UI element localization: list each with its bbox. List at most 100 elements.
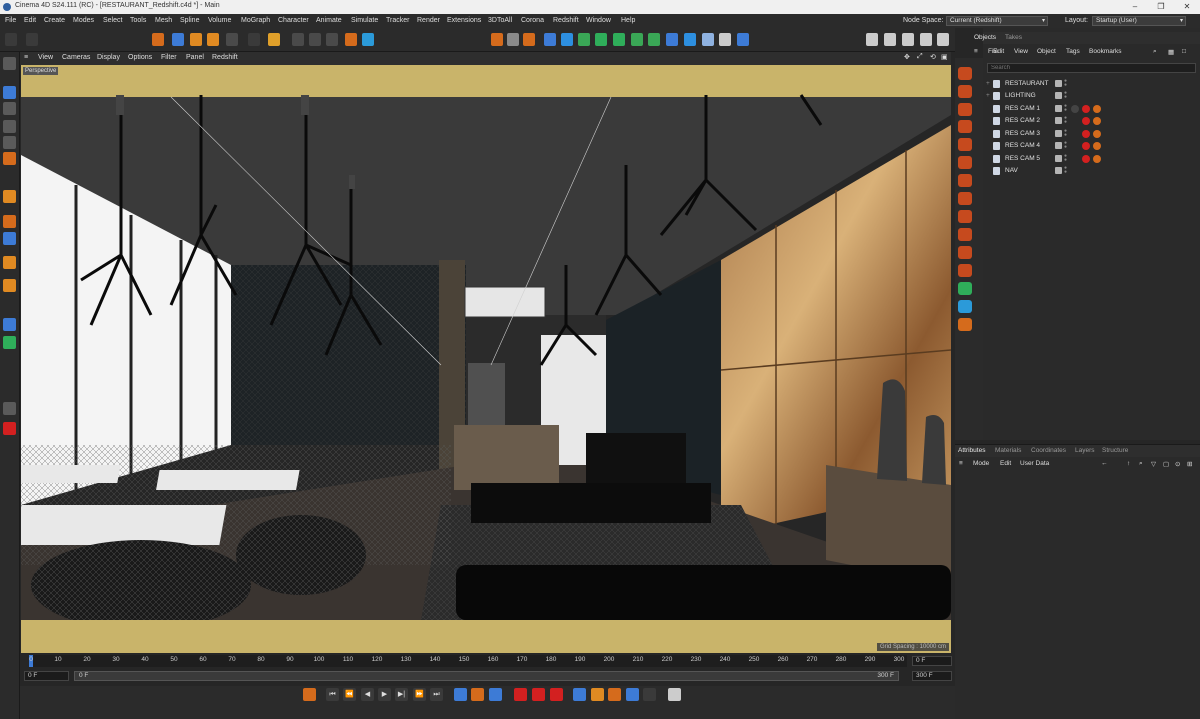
object-row[interactable]: RES CAM 2 ● ●	[983, 115, 1200, 127]
viewport-menu-display[interactable]: Display	[97, 54, 120, 61]
rotation-key-icon[interactable]	[591, 688, 604, 701]
node-space-dropdown[interactable]: Current (Redshift) ▾	[946, 16, 1048, 26]
goto-end-icon[interactable]: ⏭	[430, 688, 443, 701]
menu-create[interactable]: Create	[44, 17, 65, 24]
render-visibility-dots[interactable]: ● ●	[1064, 91, 1068, 100]
next-frame-icon[interactable]: ▶|	[395, 688, 408, 701]
end-frame-field[interactable]: 300 F	[912, 671, 952, 681]
floor-object-icon[interactable]	[958, 138, 972, 151]
previous-frame-icon[interactable]: ◀	[361, 688, 374, 701]
menu-character[interactable]: Character	[278, 17, 309, 24]
camera-icon[interactable]	[666, 33, 678, 46]
redshift-camera-tag-icon[interactable]	[1082, 155, 1090, 163]
viewport-menu-cameras[interactable]: Cameras	[62, 54, 90, 61]
foreground-icon[interactable]	[958, 192, 972, 205]
undo-icon[interactable]	[5, 33, 17, 46]
object-row[interactable]: NAV ● ●	[983, 165, 1200, 177]
protection-tag-icon[interactable]	[1093, 130, 1101, 138]
y-axis-lock-icon[interactable]	[309, 33, 321, 46]
render-visibility-dots[interactable]: ● ●	[1064, 166, 1068, 175]
scale-key-icon[interactable]	[608, 688, 621, 701]
menu-corona[interactable]: Corona	[521, 17, 544, 24]
scale-tool-icon[interactable]	[190, 33, 202, 46]
render-view-icon[interactable]	[491, 33, 503, 46]
redshift-render-icon[interactable]	[866, 33, 878, 46]
menu-mograph[interactable]: MoGraph	[241, 17, 270, 24]
next-key-icon[interactable]: ⏩	[413, 688, 426, 701]
solo-icon[interactable]	[3, 215, 16, 228]
timeline-settings-icon[interactable]	[668, 688, 681, 701]
redshift-ipr-icon[interactable]	[884, 33, 896, 46]
redshift-camera-icon[interactable]	[902, 33, 914, 46]
protection-tag-icon[interactable]	[1093, 155, 1101, 163]
search-icon[interactable]: ⌕	[1139, 460, 1143, 468]
snap-settings-icon[interactable]	[3, 256, 16, 269]
z-axis-lock-icon[interactable]	[326, 33, 338, 46]
cube-icon[interactable]	[544, 33, 556, 46]
new-window-icon[interactable]: ⊞	[1187, 460, 1192, 468]
redshift-camera-tag-icon[interactable]	[1082, 117, 1090, 125]
render-visibility-dots[interactable]: ● ●	[1064, 154, 1068, 163]
menu-extensions[interactable]: Extensions	[447, 17, 481, 24]
tag-icon[interactable]	[958, 300, 972, 313]
snap-icon[interactable]	[362, 33, 374, 46]
loop-icon[interactable]	[454, 688, 467, 701]
lock-icon[interactable]	[3, 402, 16, 415]
sound-icon[interactable]	[958, 246, 972, 259]
start-frame-field[interactable]: 0 F	[24, 671, 69, 681]
visibility-checkbox[interactable]	[1055, 117, 1062, 124]
viewport-maximize-icon[interactable]: ▣	[941, 53, 948, 61]
coordinate-system-icon[interactable]	[345, 33, 357, 46]
filter-icon[interactable]: ▽	[1151, 460, 1156, 468]
redshift-camera-tag-icon[interactable]	[1082, 105, 1090, 113]
new-window-icon[interactable]: □	[1182, 48, 1186, 55]
world-axis-icon[interactable]	[268, 33, 280, 46]
transform-tool-icon[interactable]	[226, 33, 238, 46]
attributes-menu-mode[interactable]: Mode	[973, 460, 989, 467]
viewport-navigate-icon[interactable]: ✥	[904, 53, 910, 61]
tab-objects[interactable]: Objects	[974, 34, 996, 41]
menu-edit[interactable]: Edit	[24, 17, 36, 24]
light-icon[interactable]	[684, 33, 696, 46]
model-mode-icon[interactable]	[3, 86, 16, 99]
tab-takes[interactable]: Takes	[1005, 34, 1022, 41]
menu-3dtoall[interactable]: 3DToAll	[488, 17, 512, 24]
visibility-checkbox[interactable]	[1055, 155, 1062, 162]
up-arrow-icon[interactable]: ↑	[1127, 460, 1130, 467]
visibility-checkbox[interactable]	[1055, 80, 1062, 87]
xref-icon[interactable]	[958, 318, 972, 331]
menu-mesh[interactable]: Mesh	[155, 17, 172, 24]
visibility-checkbox[interactable]	[1055, 130, 1062, 137]
sky-object-icon[interactable]	[958, 156, 972, 169]
tab-materials[interactable]: Materials	[995, 447, 1021, 454]
objects-menu-icon[interactable]: ≡	[974, 48, 978, 55]
protection-tag-icon[interactable]	[1093, 105, 1101, 113]
environment-icon[interactable]	[958, 174, 972, 187]
viewport-menu-options[interactable]: Options	[128, 54, 152, 61]
paint-icon[interactable]	[719, 33, 731, 46]
position-key-icon[interactable]	[573, 688, 586, 701]
objects-menu-object[interactable]: Object	[1037, 48, 1056, 55]
protection-tag-icon[interactable]	[1093, 142, 1101, 150]
workplane-icon[interactable]	[3, 232, 16, 245]
menu-volume[interactable]: Volume	[208, 17, 231, 24]
redshift-camera-tag-icon[interactable]	[1082, 130, 1090, 138]
previous-key-icon[interactable]: ⏪	[343, 688, 356, 701]
menu-simulate[interactable]: Simulate	[351, 17, 378, 24]
goto-start-icon[interactable]: ⏮	[326, 688, 339, 701]
back-arrow-icon[interactable]: ←	[1101, 460, 1108, 467]
menu-file[interactable]: File	[5, 17, 16, 24]
points-mode-icon[interactable]	[3, 120, 16, 133]
viewport-menu-icon[interactable]: ≡	[24, 54, 28, 61]
redshift-camera-tag-icon[interactable]	[1082, 142, 1090, 150]
viewport-menu-redshift[interactable]: Redshift	[212, 54, 238, 61]
spiral-icon[interactable]	[3, 336, 16, 349]
perspective-viewport[interactable]: Perspective Grid Spacing : 10000 cm	[21, 65, 951, 653]
autokey-icon[interactable]	[532, 688, 545, 701]
attributes-menu-user-data[interactable]: User Data	[1020, 460, 1049, 467]
viewport-menu-panel[interactable]: Panel	[186, 54, 204, 61]
x-axis-lock-icon[interactable]	[292, 33, 304, 46]
field-icon[interactable]	[631, 33, 643, 46]
material-icon[interactable]	[958, 120, 972, 133]
viewport-menu-filter[interactable]: Filter	[161, 54, 177, 61]
